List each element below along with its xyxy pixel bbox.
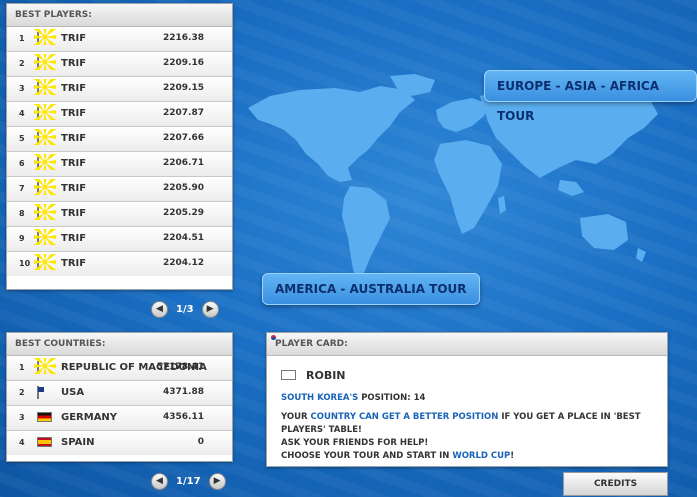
europe-asia-africa-tour-button[interactable]: EUROPE - ASIA - AFRICA TOUR [484, 70, 697, 123]
card-message-line-2: ASK YOUR FRIENDS FOR HELP! [281, 438, 429, 448]
flag-icon [37, 207, 39, 220]
table-row: 2 TRIF 2209.16 [7, 51, 232, 76]
card-text: ! [510, 451, 515, 461]
row-name: TRIF [61, 258, 87, 269]
card-highlight: COUNTRY CAN GET A BETTER POSITION [310, 412, 499, 422]
row-name: TRIF [61, 158, 87, 169]
row-score: 2204.12 [163, 258, 204, 268]
table-row: 1 REPUBLIC OF MACEDONIA 57178.41 [7, 356, 232, 380]
row-score: 2207.87 [163, 108, 204, 118]
row-name: SPAIN [61, 437, 95, 448]
row-score: 2216.38 [163, 33, 204, 43]
row-score: 2205.90 [163, 183, 204, 193]
table-row: 5 TRIF 2207.66 [7, 126, 232, 151]
table-row: 8 TRIF 2205.29 [7, 201, 232, 226]
player-position: SOUTH KOREA'S POSITION: 14 [281, 392, 653, 405]
flag-icon [37, 107, 39, 120]
rank: 5 [19, 134, 25, 143]
flag-icon [37, 132, 39, 145]
flag-icon [37, 57, 39, 70]
rank: 4 [19, 109, 25, 118]
flag-icon [37, 437, 52, 447]
rank: 2 [19, 388, 25, 397]
flag-icon [37, 82, 39, 95]
row-name: USA [61, 387, 85, 398]
rank: 8 [19, 209, 25, 218]
rank: 6 [19, 159, 25, 168]
america-australia-tour-button[interactable]: AMERICA - AUSTRALIA TOUR [262, 273, 480, 305]
player-card-title: PLAYER CARD: [267, 333, 667, 356]
table-row: 9 TRIF 2204.51 [7, 226, 232, 251]
countries-page-indicator: 1/17 [176, 476, 201, 487]
rank: 3 [19, 84, 25, 93]
card-message-line-3: CHOOSE YOUR TOUR AND START IN WORLD CUP! [281, 450, 653, 463]
rank: 1 [19, 34, 25, 43]
countries-pager: ◀ 1/17 ▶ [151, 473, 226, 490]
players-pager: ◀ 1/3 ▶ [151, 301, 219, 318]
row-score: 2209.16 [163, 58, 204, 68]
credits-button[interactable]: CREDITS [563, 472, 668, 496]
row-name: TRIF [61, 108, 87, 119]
rank: 1 [19, 363, 25, 372]
card-text: YOUR [281, 412, 311, 422]
table-row: 6 TRIF 2206.71 [7, 151, 232, 176]
row-name: TRIF [61, 133, 87, 144]
card-message-line-1: YOUR COUNTRY CAN GET A BETTER POSITION I… [281, 411, 653, 437]
rank: 9 [19, 234, 25, 243]
table-row: 10 TRIF 2204.12 [7, 251, 232, 276]
rank: 3 [19, 413, 25, 422]
row-name: TRIF [61, 183, 87, 194]
table-row: 4 SPAIN 0 [7, 430, 232, 455]
south-korea-flag-icon [281, 370, 296, 380]
world-cup-link[interactable]: WORLD CUP [452, 451, 510, 461]
arrow-left-icon[interactable]: ◀ [151, 473, 168, 490]
table-row: 1 TRIF 2216.38 [7, 27, 232, 51]
player-name: ROBIN [306, 368, 346, 382]
rank: 10 [19, 259, 31, 268]
best-players-title: BEST PLAYERS: [7, 4, 232, 27]
row-score: 2207.66 [163, 133, 204, 143]
best-countries-title: BEST COUNTRIES: [7, 333, 232, 356]
flag-icon [37, 257, 39, 270]
rank: 2 [19, 59, 25, 68]
row-score: 0 [197, 437, 204, 447]
table-row: 3 GERMANY 4356.11 [7, 405, 232, 430]
rank: 7 [19, 184, 25, 193]
player-country: SOUTH KOREA'S [281, 393, 359, 403]
row-score: 2204.51 [163, 233, 204, 243]
row-score: 4356.11 [163, 412, 204, 422]
table-row: 7 TRIF 2205.90 [7, 176, 232, 201]
flag-icon [37, 232, 39, 245]
row-score: 4371.88 [163, 387, 204, 397]
players-page-indicator: 1/3 [176, 304, 194, 315]
row-name: TRIF [61, 58, 87, 69]
row-name: GERMANY [61, 412, 118, 423]
best-players-panel: BEST PLAYERS: 1 TRIF 2216.38 2 TRIF 2209.16 3 T… [6, 3, 233, 290]
card-text: CHOOSE YOUR TOUR AND START IN [281, 451, 453, 461]
flag-icon [37, 412, 52, 422]
arrow-right-icon[interactable]: ▶ [208, 473, 226, 490]
arrow-right-icon[interactable]: ▶ [201, 301, 219, 318]
row-name: TRIF [61, 208, 87, 219]
row-score: 2206.71 [163, 158, 204, 168]
best-countries-panel: BEST COUNTRIES: 1 REPUBLIC OF MACEDONIA 57… [6, 332, 233, 462]
flag-icon [37, 157, 39, 170]
row-name: TRIF [61, 83, 87, 94]
table-row: 4 TRIF 2207.87 [7, 101, 232, 126]
table-row: 3 TRIF 2209.15 [7, 76, 232, 101]
arrow-left-icon[interactable]: ◀ [151, 301, 168, 318]
row-score: 57178.41 [156, 362, 204, 372]
row-score: 2205.29 [163, 208, 204, 218]
rank: 4 [19, 438, 25, 447]
flag-icon [37, 361, 39, 374]
table-row: 2 USA 4371.88 [7, 380, 232, 405]
player-card-panel: PLAYER CARD: ROBIN SOUTH KOREA'S POSITIO… [266, 332, 668, 467]
player-position-label: POSITION: 14 [361, 393, 426, 403]
flag-icon [37, 182, 39, 195]
row-name: TRIF [61, 233, 87, 244]
flag-icon [37, 386, 39, 399]
row-score: 2209.15 [163, 83, 204, 93]
row-name: TRIF [61, 33, 87, 44]
flag-icon [37, 32, 39, 45]
